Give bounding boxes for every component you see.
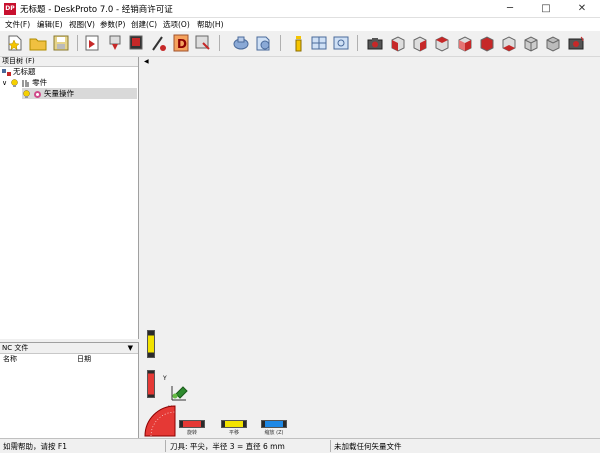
column-header-name[interactable]: 名称 [3,354,17,365]
view-left-icon[interactable] [433,34,451,52]
tree-item-project[interactable]: 无标题 [2,66,36,77]
draw-d-icon[interactable]: D [172,34,190,52]
import-image-icon[interactable] [128,34,146,52]
view-front-icon[interactable] [389,34,407,52]
tree-item-label: 矢量操作 [44,89,74,98]
nc-files-title: NC 文件 [2,344,29,352]
camera-icon[interactable] [366,34,384,52]
calculate-icon[interactable] [232,34,250,52]
title-bar: DP 无标题 - DeskProto 7.0 - 经销商许可证 ─ □ ✕ [0,0,600,18]
tree-item-label: 零件 [32,78,48,87]
app-logo-icon: DP [4,3,16,15]
tree-item-label: 无标题 [13,67,36,76]
vector-icon[interactable] [150,34,168,52]
menu-options[interactable]: 选项(O) [163,19,190,30]
column-header-date[interactable]: 日期 [77,354,91,365]
collapse-panel-icon[interactable]: ◀ [144,58,149,65]
zoom-gauge-vertical[interactable] [147,330,155,358]
tree-item-part[interactable]: ∨ 零件 [2,77,47,88]
import-geometry-icon[interactable] [84,34,102,52]
project-tree-title: 项目树 (F) [2,57,35,65]
menu-view[interactable]: 视图(V) [69,19,95,30]
vector-op-icon [34,90,41,98]
status-bar: 如需帮助，请按 F1 刀具: 平尖，半径 3 = 直径 6 mm 未加载任何矢量… [0,438,600,453]
project-icon [2,68,11,76]
menu-edit[interactable]: 编辑(E) [37,19,63,30]
save-icon[interactable] [52,34,70,52]
menu-bar: 文件(F) 编辑(E) 视图(V) 参数(P) 创建(C) 选项(O) 帮助(H… [0,18,600,31]
menu-file[interactable]: 文件(F) [5,19,30,30]
part-icon [22,79,29,87]
open-folder-icon[interactable] [29,34,47,52]
nc-files-header: NC 文件 ▼ [0,343,138,354]
axis-indicator-icon [171,386,188,401]
toolbar-separator [219,35,220,51]
zoom-gauge-label: 缩放 (Z) [264,430,284,436]
grid-view-icon[interactable] [310,34,328,52]
maximize-icon[interactable]: □ [528,0,564,18]
dropdown-arrow-icon[interactable]: ▼ [128,343,133,353]
view-right-icon[interactable] [456,34,474,52]
new-file-icon[interactable] [6,34,24,52]
lightbulb-icon[interactable] [10,78,19,88]
view-iso2-icon[interactable] [544,34,562,52]
rotate-gauge-vertical[interactable] [147,370,155,398]
toolbar-separator [357,35,358,51]
rotate-gauge[interactable] [179,420,205,428]
window-title: 无标题 - DeskProto 7.0 - 经销商许可证 [20,5,173,15]
viewport-3d[interactable]: ◀ Y X 旋转 平移 缩放 (Z) [141,57,600,438]
import-mesh-icon[interactable] [106,34,124,52]
toolbar-separator [280,35,281,51]
pan-gauge-label: 平移 [228,430,239,436]
status-separator [330,440,331,452]
status-separator [165,440,166,452]
nc-files-panel: NC 文件 ▼ 名称 日期 [0,342,139,438]
project-tree-panel: 项目树 (F) 无标题 ∨ 零件 矢量操作 [0,57,139,339]
zoom-view-icon[interactable] [332,34,350,52]
view-back-icon[interactable] [411,34,429,52]
chevron-down-icon[interactable]: ∨ [2,79,7,87]
refresh-view-icon[interactable] [567,34,585,52]
tree-item-vector-op[interactable]: 矢量操作 [22,88,137,99]
lightbulb-icon[interactable] [22,89,31,99]
nc-files-columns: 名称 日期 [0,354,138,365]
info-icon[interactable] [290,34,308,52]
toolbar-separator [77,35,78,51]
view-top-icon[interactable] [478,34,496,52]
svg-text:D: D [177,37,187,51]
status-vector-text: 未加载任何矢量文件 [334,442,402,451]
status-tool-text: 刀具: 平尖，半径 3 = 直径 6 mm [170,442,285,451]
save-nc-icon[interactable] [194,34,212,52]
rotate-gauge-label: 旋转 [186,430,197,436]
menu-params[interactable]: 参数(P) [100,19,125,30]
minimize-icon[interactable]: ─ [492,0,528,18]
pan-gauge[interactable] [221,420,247,428]
toolbar: D [0,31,600,57]
close-icon[interactable]: ✕ [564,0,600,18]
menu-create[interactable]: 创建(C) [131,19,157,30]
view-iso-icon[interactable] [522,34,540,52]
menu-help[interactable]: 帮助(H) [197,19,224,30]
view-bottom-icon[interactable] [500,34,518,52]
simulate-icon[interactable] [254,34,272,52]
rotation-dial-icon[interactable] [143,404,177,438]
zoom-gauge[interactable] [261,420,287,428]
status-help-text: 如需帮助，请按 F1 [3,442,67,451]
